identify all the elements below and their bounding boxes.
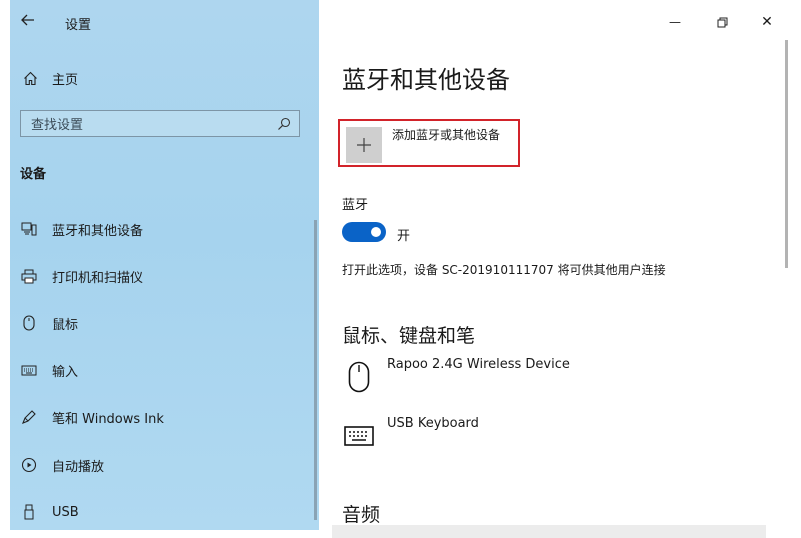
bluetooth-toggle[interactable]	[342, 222, 386, 242]
sidebar-item-autoplay[interactable]: 自动播放	[10, 451, 310, 479]
main-scrollbar[interactable]	[785, 40, 788, 268]
sidebar-item-label: 输入	[52, 364, 79, 380]
content-divider	[332, 525, 766, 538]
main-content: 蓝牙和其他设备 添加蓝牙或其他设备 蓝牙 开 打开此选项，设备 SC-20191…	[320, 0, 801, 538]
sidebar-item-home[interactable]: 主页	[10, 64, 310, 92]
mouse-icon	[20, 314, 38, 332]
bluetooth-heading: 蓝牙	[342, 198, 369, 213]
search-placeholder: 查找设置	[31, 118, 84, 133]
sidebar-item-label: 蓝牙和其他设备	[52, 223, 144, 239]
sidebar-scrollbar[interactable]	[314, 220, 317, 520]
app-title: 设置	[65, 18, 92, 33]
device-name: USB Keyboard	[387, 416, 479, 431]
bluetooth-devices-icon	[20, 220, 38, 238]
back-arrow-icon	[21, 11, 35, 30]
device-name: Rapoo 2.4G Wireless Device	[387, 357, 570, 372]
back-button[interactable]	[14, 6, 42, 34]
sidebar-item-pen[interactable]: 笔和 Windows Ink	[10, 403, 310, 431]
section-title: 设备	[20, 167, 47, 182]
pen-icon	[20, 408, 38, 426]
add-device-button[interactable]: 添加蓝牙或其他设备	[338, 119, 520, 167]
bluetooth-state-label: 开	[397, 229, 411, 244]
add-icon	[346, 127, 382, 163]
mouse-keyboard-pen-heading: 鼠标、键盘和笔	[342, 325, 476, 347]
usb-icon	[20, 503, 38, 521]
home-icon	[22, 70, 38, 86]
window-frame	[0, 0, 10, 538]
autoplay-icon	[20, 456, 38, 474]
sidebar-item-bluetooth[interactable]: 蓝牙和其他设备	[10, 215, 310, 243]
bluetooth-description: 打开此选项，设备 SC-201910111707 将可供其他用户连接	[342, 263, 666, 277]
keyboard-icon	[342, 416, 376, 456]
sidebar-item-mouse[interactable]: 鼠标	[10, 309, 310, 337]
page-title: 蓝牙和其他设备	[342, 66, 510, 94]
printer-icon	[20, 267, 38, 285]
device-item-mouse[interactable]: Rapoo 2.4G Wireless Device	[342, 357, 762, 407]
sidebar: 设置 主页 查找设置 设备 蓝牙和其他设备 打印机和扫描仪 鼠标 输入 笔和 W…	[10, 0, 319, 530]
sidebar-item-usb[interactable]: USB	[10, 498, 310, 526]
audio-heading: 音频	[342, 504, 381, 526]
sidebar-item-label: USB	[52, 504, 79, 520]
add-device-label: 添加蓝牙或其他设备	[392, 128, 501, 142]
keyboard-icon	[20, 361, 38, 379]
sidebar-item-label: 鼠标	[52, 317, 79, 333]
sidebar-item-label: 主页	[52, 72, 79, 88]
sidebar-item-label: 自动播放	[52, 459, 105, 475]
search-icon	[277, 117, 291, 131]
sidebar-item-label: 笔和 Windows Ink	[52, 411, 164, 427]
toggle-knob	[371, 227, 381, 237]
sidebar-item-label: 打印机和扫描仪	[52, 270, 144, 286]
search-input[interactable]: 查找设置	[20, 110, 300, 137]
device-item-keyboard[interactable]: USB Keyboard	[342, 416, 762, 466]
sidebar-item-typing[interactable]: 输入	[10, 356, 310, 384]
mouse-icon	[342, 357, 376, 397]
sidebar-item-printers[interactable]: 打印机和扫描仪	[10, 262, 310, 290]
